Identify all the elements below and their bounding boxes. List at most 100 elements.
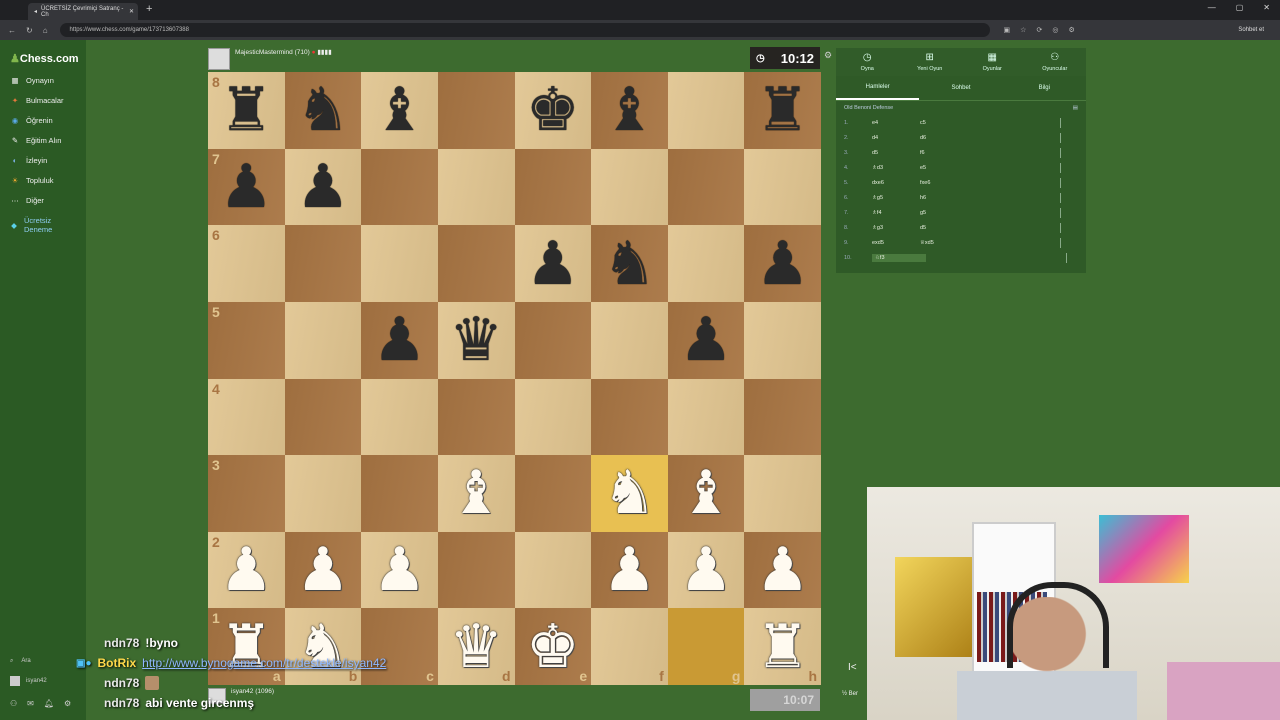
subtab-info[interactable]: Bilgi	[1003, 76, 1086, 100]
white-move[interactable]: e4	[872, 120, 920, 126]
square-c7[interactable]	[361, 148, 438, 226]
subtab-chat[interactable]: Sohbet	[919, 76, 1002, 100]
black-knight-icon[interactable]: ♞	[603, 234, 657, 294]
square-d2[interactable]	[437, 531, 515, 609]
square-g2[interactable]: ♟	[667, 531, 745, 609]
black-move[interactable]: h6	[920, 195, 1060, 201]
sidebar-item-coach[interactable]: ✎ Eğitim Alın	[10, 136, 62, 145]
extension-icon[interactable]: ☆	[1020, 26, 1026, 34]
square-g1[interactable]: g	[667, 608, 745, 685]
white-knight-icon[interactable]: ♞	[603, 463, 657, 523]
book-icon[interactable]: ▤	[1073, 105, 1078, 111]
white-bishop-icon[interactable]: ♝	[449, 463, 503, 523]
opening-name[interactable]: Old Benoni Defense	[844, 105, 893, 111]
partial-button[interactable]: I<	[848, 662, 857, 673]
black-pawn-icon[interactable]: ♟	[679, 310, 733, 370]
square-g7[interactable]	[667, 148, 745, 226]
square-c6[interactable]	[361, 225, 438, 302]
extension-icon[interactable]: ▣	[1004, 26, 1011, 34]
mail-icon[interactable]: ✉	[27, 699, 34, 708]
reload-icon[interactable]: ↻	[26, 26, 33, 35]
sidebar-item-watch[interactable]: ◐ İzleyin	[10, 156, 48, 165]
black-move[interactable]: c5	[920, 120, 1060, 126]
sidebar-item-learn[interactable]: ◉ Öğrenin	[10, 116, 53, 125]
white-move[interactable]: d4	[872, 135, 920, 141]
black-pawn-icon[interactable]: ♟	[373, 310, 427, 370]
extension-icon[interactable]: ⟳	[1036, 26, 1042, 34]
sidebar-item-puzzles[interactable]: ✦ Bulmacalar	[10, 96, 64, 105]
black-king-icon[interactable]: ♚	[526, 80, 580, 140]
chat-text[interactable]: http://www.bynogame.com/tr/destekle/isya…	[142, 656, 386, 670]
square-b8[interactable]: ♞	[284, 72, 362, 149]
white-move[interactable]: ♗g3	[872, 225, 920, 231]
square-h2[interactable]: ♟	[744, 531, 821, 609]
square-c2[interactable]: ♟	[361, 531, 438, 609]
opponent-name[interactable]: MajesticMastermind	[235, 49, 293, 56]
square-a7[interactable]: 7 ♟	[208, 148, 285, 226]
square-b7[interactable]: ♟	[284, 148, 362, 226]
white-move[interactable]: dxe6	[872, 180, 920, 186]
url-input[interactable]: https://www.chess.com/game/173713607388	[59, 23, 990, 37]
square-f8[interactable]: ♝	[591, 72, 668, 149]
square-h8[interactable]: ♜	[744, 72, 821, 149]
white-bishop-icon[interactable]: ♝	[679, 463, 733, 523]
square-f7[interactable]	[591, 148, 668, 226]
opponent-avatar[interactable]	[208, 48, 230, 70]
extension-icon[interactable]: ⚙	[1068, 26, 1074, 34]
square-c5[interactable]: ♟	[361, 301, 438, 379]
square-f5[interactable]	[591, 301, 668, 379]
square-e3[interactable]	[514, 455, 592, 532]
minimize-icon[interactable]: —	[1208, 3, 1216, 12]
black-move[interactable]: f6	[920, 150, 1060, 156]
black-rook-icon[interactable]: ♜	[756, 80, 810, 140]
white-king-icon[interactable]: ♚	[526, 617, 580, 677]
extension-icon[interactable]: ◎	[1052, 26, 1058, 34]
white-move[interactable]: d5	[872, 150, 920, 156]
square-e1[interactable]: e ♚	[514, 608, 592, 685]
black-move[interactable]: g5	[920, 210, 1060, 216]
square-g5[interactable]: ♟	[667, 301, 745, 379]
back-icon[interactable]: ←	[8, 26, 16, 35]
square-g6[interactable]	[667, 225, 745, 302]
square-d4[interactable]	[437, 378, 515, 456]
chess-board[interactable]: 8 ♜ ♞ ♝ ♚ ♝ ♜ 7 ♟ ♟ 6 ♟ ♞ ♟ 5 ♟ ♛ ♟ 4 3 ♝ ♞ ♝ 2 ♟ ♟ ♟ ♟ ♟ ♟ 1 a ♜ b ♞ c d ♛ e ♚…	[208, 72, 821, 685]
black-move[interactable]: e5	[920, 165, 1060, 171]
square-h5[interactable]	[744, 301, 821, 379]
square-c8[interactable]: ♝	[361, 72, 438, 149]
square-a4[interactable]: 4	[208, 378, 285, 456]
search-row[interactable]: ⌕ Ara	[10, 658, 31, 665]
square-d5[interactable]: ♛	[437, 301, 515, 379]
home-icon[interactable]: ⌂	[43, 26, 48, 35]
sidebar-item-play[interactable]: ▦ Oynayın	[10, 76, 53, 85]
square-a8[interactable]: 8 ♜	[208, 72, 285, 149]
square-e2[interactable]	[514, 531, 592, 609]
white-pawn-icon[interactable]: ♟	[373, 540, 427, 600]
square-h6[interactable]: ♟	[744, 225, 821, 302]
square-d7[interactable]	[437, 148, 515, 226]
tab-games[interactable]: ▦ Oyunlar	[961, 48, 1024, 76]
black-rook-icon[interactable]: ♜	[219, 80, 273, 140]
black-move[interactable]: ♕xd5	[920, 240, 1060, 246]
square-e6[interactable]: ♟	[514, 225, 592, 302]
close-tab-icon[interactable]: ✕	[129, 8, 134, 15]
close-window-icon[interactable]: ✕	[1263, 3, 1270, 12]
draw-offer-label[interactable]: ½ Ber	[842, 691, 858, 697]
tab-players[interactable]: ⚇ Oyuncular	[1024, 48, 1087, 76]
black-bishop-icon[interactable]: ♝	[603, 80, 657, 140]
bell-icon[interactable]: 🔔︎	[44, 699, 54, 708]
white-pawn-icon[interactable]: ♟	[219, 540, 273, 600]
white-pawn-icon[interactable]: ♟	[679, 540, 733, 600]
friends-icon[interactable]: ⚇	[10, 699, 17, 708]
white-pawn-icon[interactable]: ♟	[603, 540, 657, 600]
square-d1[interactable]: d ♛	[437, 608, 515, 685]
chess-logo[interactable]: ♟Chess.com	[10, 52, 79, 65]
black-move[interactable]: d5	[920, 225, 1060, 231]
maximize-icon[interactable]: ▢	[1236, 3, 1244, 12]
square-f2[interactable]: ♟	[591, 531, 668, 609]
square-e8[interactable]: ♚	[514, 72, 592, 149]
square-e4[interactable]	[514, 378, 592, 456]
square-e7[interactable]	[514, 148, 592, 226]
black-knight-icon[interactable]: ♞	[296, 80, 350, 140]
sidebar-item-more[interactable]: ⋯ Diğer	[10, 196, 44, 205]
white-rook-icon[interactable]: ♜	[756, 617, 810, 677]
